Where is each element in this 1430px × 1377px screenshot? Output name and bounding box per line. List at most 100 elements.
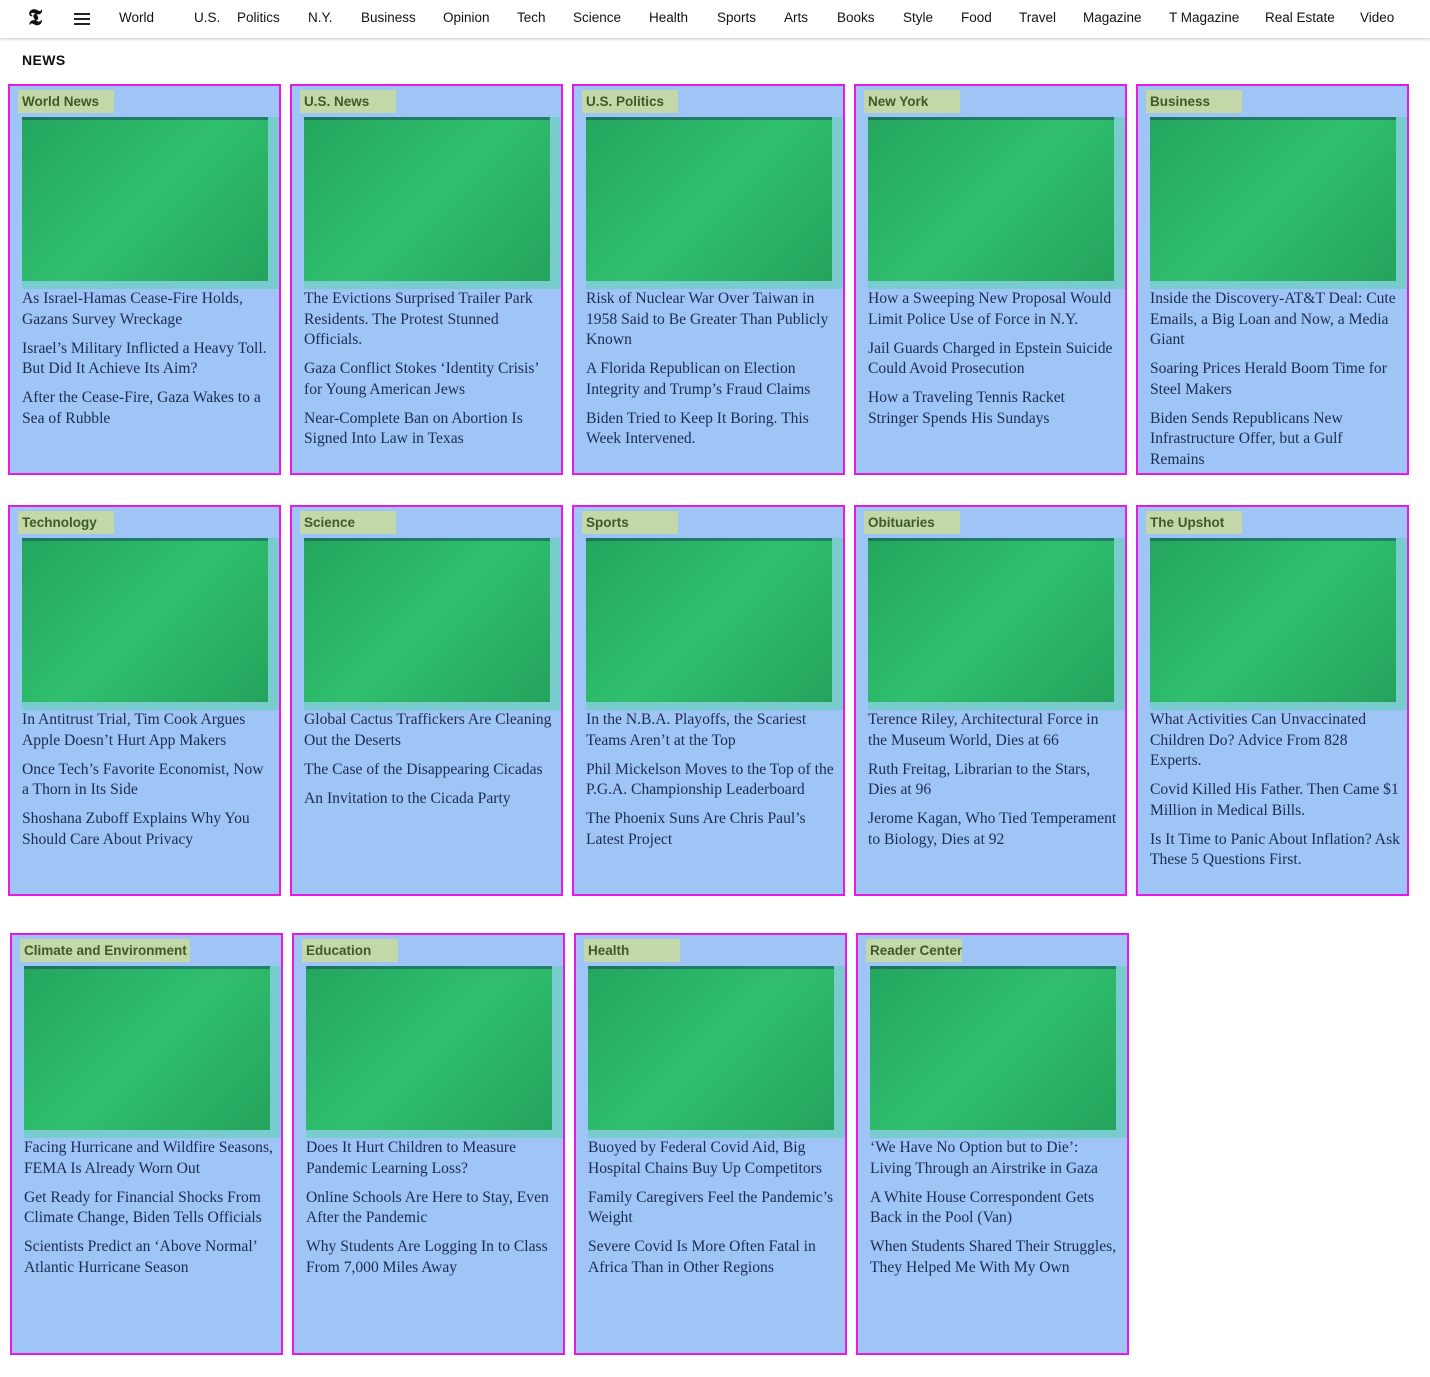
section-label[interactable]: New York — [864, 90, 960, 113]
headline-link[interactable]: In Antitrust Trial, Tim Cook Argues Appl… — [22, 710, 272, 751]
article-image[interactable] — [1150, 538, 1396, 702]
nav-link-business[interactable]: Business — [361, 10, 416, 25]
section-label[interactable]: U.S. Politics — [582, 90, 678, 113]
headline-link[interactable]: Biden Tried to Keep It Boring. This Week… — [586, 409, 836, 450]
headline-link[interactable]: A White House Correspondent Gets Back in… — [870, 1188, 1120, 1229]
headline-link[interactable]: Ruth Freitag, Librarian to the Stars, Di… — [868, 760, 1118, 801]
article-image[interactable] — [304, 538, 550, 702]
section-label[interactable]: Climate and Environment — [20, 939, 190, 962]
headline-link[interactable]: An Invitation to the Cicada Party — [304, 789, 554, 810]
headline-link[interactable]: ‘We Have No Option but to Die’: Living T… — [870, 1138, 1120, 1179]
headline-link[interactable]: Jail Guards Charged in Epstein Suicide C… — [868, 339, 1118, 380]
headline-list: Inside the Discovery-AT&T Deal: Cute Ema… — [1150, 289, 1400, 473]
headline-link[interactable]: Why Students Are Logging In to Class Fro… — [306, 1237, 556, 1278]
article-image[interactable] — [868, 117, 1114, 281]
nav-link-health[interactable]: Health — [649, 10, 688, 25]
headline-link[interactable]: Global Cactus Traffickers Are Cleaning O… — [304, 710, 554, 751]
nav-link-t-magazine[interactable]: T Magazine — [1169, 10, 1239, 25]
nav-link-travel[interactable]: Travel — [1019, 10, 1056, 25]
nav-link-magazine[interactable]: Magazine — [1083, 10, 1142, 25]
headline-link[interactable]: When Students Shared Their Struggles, Th… — [870, 1237, 1120, 1278]
section-label[interactable]: Sports — [582, 511, 678, 534]
article-image[interactable] — [24, 966, 270, 1130]
headline-link[interactable]: Biden Sends Republicans New Infrastructu… — [1150, 409, 1400, 471]
section-label[interactable]: Obituaries — [864, 511, 960, 534]
headline-link[interactable]: Gaza Conflict Stokes ‘Identity Crisis’ f… — [304, 359, 554, 400]
article-image[interactable] — [304, 117, 550, 281]
nav-link-world[interactable]: World — [119, 10, 154, 25]
section-card-education: Education Does It Hurt Children to Measu… — [292, 933, 565, 1355]
section-label[interactable]: Science — [300, 511, 396, 534]
headline-list: What Activities Can Unvaccinated Childre… — [1150, 710, 1400, 879]
headline-link[interactable]: Phil Mickelson Moves to the Top of the P… — [586, 760, 836, 801]
section-label[interactable]: World News — [18, 90, 114, 113]
headline-link[interactable]: Risk of Nuclear War Over Taiwan in 1958 … — [586, 289, 836, 351]
headline-link[interactable]: Get Ready for Financial Shocks From Clim… — [24, 1188, 274, 1229]
headline-link[interactable]: How a Sweeping New Proposal Would Limit … — [868, 289, 1118, 330]
nav-link-opinion[interactable]: Opinion — [443, 10, 490, 25]
nav-link-sports[interactable]: Sports — [717, 10, 756, 25]
article-image[interactable] — [870, 966, 1116, 1130]
nav-link-video[interactable]: Video — [1360, 10, 1394, 25]
headline-link[interactable]: Severe Covid Is More Often Fatal in Afri… — [588, 1237, 838, 1278]
nav-link-real-estate[interactable]: Real Estate — [1265, 10, 1335, 25]
headline-link[interactable]: Near-Complete Ban on Abortion Is Signed … — [304, 409, 554, 450]
section-label[interactable]: Business — [1146, 90, 1242, 113]
nav-link-politics[interactable]: Politics — [237, 10, 280, 25]
section-label[interactable]: The Upshot — [1146, 511, 1242, 534]
section-card-business: Business Inside the Discovery-AT&T Deal:… — [1136, 84, 1409, 475]
nav-link-food[interactable]: Food — [961, 10, 992, 25]
headline-link[interactable]: How a Traveling Tennis Racket Stringer S… — [868, 388, 1118, 429]
headline-link[interactable]: The Phoenix Suns Are Chris Paul’s Latest… — [586, 809, 836, 850]
hamburger-menu-icon[interactable] — [74, 13, 90, 25]
headline-list: Global Cactus Traffickers Are Cleaning O… — [304, 710, 554, 818]
headline-list: ‘We Have No Option but to Die’: Living T… — [870, 1138, 1120, 1287]
section-card-us-news: U.S. News The Evictions Surprised Traile… — [290, 84, 563, 475]
article-image[interactable] — [588, 966, 834, 1130]
headline-link[interactable]: Family Caregivers Feel the Pandemic’s We… — [588, 1188, 838, 1229]
headline-link[interactable]: Does It Hurt Children to Measure Pandemi… — [306, 1138, 556, 1179]
article-image[interactable] — [1150, 117, 1396, 281]
article-image[interactable] — [586, 117, 832, 281]
headline-link[interactable]: A Florida Republican on Election Integri… — [586, 359, 836, 400]
headline-link[interactable]: Facing Hurricane and Wildfire Seasons, F… — [24, 1138, 274, 1179]
headline-link[interactable]: Jerome Kagan, Who Tied Temperament to Bi… — [868, 809, 1118, 850]
headline-link[interactable]: Soaring Prices Herald Boom Time for Stee… — [1150, 359, 1400, 400]
nav-link-tech[interactable]: Tech — [517, 10, 546, 25]
headline-link[interactable]: What Activities Can Unvaccinated Childre… — [1150, 710, 1400, 772]
headline-list: In the N.B.A. Playoffs, the Scariest Tea… — [586, 710, 836, 859]
headline-link[interactable]: Once Tech’s Favorite Economist, Now a Th… — [22, 760, 272, 801]
article-image[interactable] — [868, 538, 1114, 702]
headline-link[interactable]: Inside the Discovery-AT&T Deal: Cute Ema… — [1150, 289, 1400, 351]
section-label[interactable]: Health — [584, 939, 680, 962]
headline-link[interactable]: The Evictions Surprised Trailer Park Res… — [304, 289, 554, 351]
article-image[interactable] — [22, 117, 268, 281]
headline-link[interactable]: Terence Riley, Architectural Force in th… — [868, 710, 1118, 751]
nyt-logo-icon[interactable]: 𝕿 — [24, 6, 46, 30]
headline-link[interactable]: As Israel-Hamas Cease-Fire Holds, Gazans… — [22, 289, 272, 330]
headline-link[interactable]: In the N.B.A. Playoffs, the Scariest Tea… — [586, 710, 836, 751]
section-label[interactable]: Reader Center — [866, 939, 962, 962]
nav-link-books[interactable]: Books — [837, 10, 875, 25]
section-label[interactable]: Technology — [18, 511, 114, 534]
headline-link[interactable]: Online Schools Are Here to Stay, Even Af… — [306, 1188, 556, 1229]
nav-link-us[interactable]: U.S. — [194, 10, 220, 25]
headline-link[interactable]: Is It Time to Panic About Inflation? Ask… — [1150, 830, 1400, 871]
nav-link-style[interactable]: Style — [903, 10, 933, 25]
headline-link[interactable]: After the Cease-Fire, Gaza Wakes to a Se… — [22, 388, 272, 429]
headline-link[interactable]: Buoyed by Federal Covid Aid, Big Hospita… — [588, 1138, 838, 1179]
headline-link[interactable]: Covid Killed His Father. Then Came $1 Mi… — [1150, 780, 1400, 821]
headline-link[interactable]: Israel’s Military Inflicted a Heavy Toll… — [22, 339, 272, 380]
section-label[interactable]: Education — [302, 939, 398, 962]
headline-link[interactable]: The Case of the Disappearing Cicadas — [304, 760, 554, 781]
section-label[interactable]: U.S. News — [300, 90, 396, 113]
article-image[interactable] — [306, 966, 552, 1130]
article-image[interactable] — [22, 538, 268, 702]
nav-link-science[interactable]: Science — [573, 10, 621, 25]
nav-link-ny[interactable]: N.Y. — [308, 10, 333, 25]
headline-link[interactable]: Shoshana Zuboff Explains Why You Should … — [22, 809, 272, 850]
nav-link-arts[interactable]: Arts — [784, 10, 808, 25]
headline-link[interactable]: Scientists Predict an ‘Above Normal’ Atl… — [24, 1237, 274, 1278]
headline-list: In Antitrust Trial, Tim Cook Argues Appl… — [22, 710, 272, 859]
article-image[interactable] — [586, 538, 832, 702]
